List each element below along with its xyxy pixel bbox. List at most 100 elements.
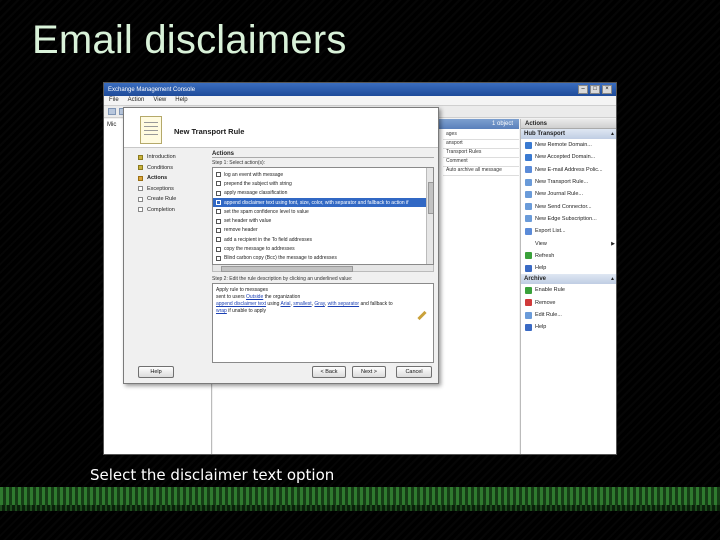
action-item[interactable]: New Send Connector... (521, 200, 616, 212)
action-item[interactable]: Help (521, 321, 616, 333)
back-button[interactable]: < Back (312, 366, 346, 378)
next-button[interactable]: Next > (352, 366, 386, 378)
wizard-step: Actions (138, 173, 210, 184)
hub-transport-section[interactable]: Hub Transport ▲ (521, 129, 616, 139)
action-checkbox-item[interactable]: remove header (213, 226, 433, 235)
minimize-icon[interactable]: – (578, 85, 588, 94)
action-checkbox-item[interactable]: add a recipient in the To field addresse… (213, 235, 433, 244)
menu-help[interactable]: Help (175, 97, 187, 104)
step-status-icon (138, 154, 143, 160)
action-item[interactable]: Export List... (521, 225, 616, 237)
step-label: Introduction (147, 154, 176, 161)
action-label: Remove (535, 299, 556, 306)
checkbox[interactable] (216, 218, 221, 224)
rule-document-icon (140, 116, 162, 144)
action-item[interactable]: Remove (521, 297, 616, 309)
new-transport-rule-wizard: New Transport Rule Introduction Condition… (123, 107, 439, 384)
step-status-icon (138, 175, 143, 181)
fallback-link[interactable]: wrap (216, 308, 227, 314)
action-label: Enable Rule (535, 287, 565, 294)
checkbox[interactable] (216, 181, 221, 187)
wizard-step: Completion (138, 205, 210, 216)
action-label: New Transport Rule... (535, 179, 589, 186)
wizard-step: Create Rule (138, 194, 210, 205)
action-option-label: add a recipient in the To field addresse… (224, 236, 313, 243)
action-checkbox-item[interactable]: append disclaimer text using font, size,… (213, 197, 433, 208)
maximize-icon[interactable]: □ (590, 85, 600, 94)
color-link[interactable]: Gray (314, 301, 324, 307)
action-item[interactable]: Help (521, 262, 616, 274)
action-item[interactable]: Edit Rule... (521, 309, 616, 321)
collapse-icon[interactable]: ▲ (610, 129, 615, 139)
action-option-label: append disclaimer text using font, size,… (224, 199, 409, 206)
checkbox[interactable] (216, 237, 221, 243)
action-checkbox-item[interactable]: Blind carbon copy (Bcc) the message to a… (213, 254, 433, 263)
step-label: Conditions (147, 164, 173, 171)
checkbox[interactable] (216, 255, 221, 261)
disclaimer-text-link[interactable]: append disclaimer text (216, 301, 266, 307)
help-button[interactable]: Help (138, 366, 174, 378)
archive-section[interactable]: Archive ▲ (521, 274, 616, 285)
tab-pages[interactable]: ages (443, 131, 519, 140)
action-item[interactable]: New Edge Subscription... (521, 213, 616, 225)
close-icon[interactable]: × (602, 85, 612, 94)
menu-action[interactable]: Action (128, 97, 145, 104)
menu-view[interactable]: View (153, 97, 166, 104)
action-item[interactable]: Enable Rule (521, 284, 616, 296)
desc-text: the organization (263, 294, 301, 300)
step1-label: Step 1: Select action(s): (212, 160, 266, 166)
desc-text: if unable to apply (226, 308, 267, 314)
action-item[interactable]: View ▶ (521, 237, 616, 249)
action-checkbox-item[interactable]: copy the message to addresses (213, 244, 433, 253)
separator-link[interactable]: with separator (328, 301, 359, 307)
scope-link[interactable]: Outside (246, 294, 263, 300)
action-checkbox-item[interactable]: set header with value (213, 216, 433, 225)
cancel-button[interactable]: Cancel (396, 366, 432, 378)
horizontal-scrollbar[interactable] (212, 265, 434, 272)
action-item[interactable]: Refresh (521, 250, 616, 262)
checkbox[interactable] (216, 227, 221, 233)
column-comment: Comment (443, 158, 519, 167)
action-checkbox-item[interactable]: apply message classification (213, 189, 433, 198)
wizard-step: Introduction (138, 152, 210, 163)
action-item[interactable]: New Journal Rule... (521, 188, 616, 200)
wizard-step: Exceptions (138, 184, 210, 195)
action-option-label: remove header (224, 227, 258, 234)
back-icon[interactable] (108, 108, 116, 115)
action-item[interactable]: New Remote Domain... (521, 139, 616, 151)
checkbox[interactable] (216, 209, 221, 215)
actions-pane-title: Actions (521, 119, 616, 129)
action-option-label: set the spam confidence level to value (224, 208, 309, 215)
result-tabs: ages ansport Transport Rules Comment Aut… (443, 131, 519, 176)
collapse-icon[interactable]: ▲ (610, 274, 615, 284)
step-label: Create Rule (147, 196, 177, 203)
size-link[interactable]: smallest (293, 301, 311, 307)
action-checkbox-item[interactable]: set the spam confidence level to value (213, 207, 433, 216)
action-item[interactable]: New Transport Rule... (521, 176, 616, 188)
action-label: Help (535, 265, 547, 272)
checkbox[interactable] (216, 200, 221, 206)
action-label: New Remote Domain... (535, 142, 592, 149)
action-checkbox-item[interactable]: log an event with message (213, 170, 433, 179)
checkbox[interactable] (216, 246, 221, 252)
domain-icon (525, 153, 532, 161)
desc-line-3: append disclaimer text using Arial, smal… (216, 301, 430, 308)
footer-stripe (0, 487, 720, 505)
action-item[interactable]: New Accepted Domain... (521, 151, 616, 163)
font-link[interactable]: Arial (281, 301, 291, 307)
action-option-label: set header with value (224, 218, 272, 225)
menu-file[interactable]: File (109, 97, 119, 104)
row-comment[interactable]: Auto archive all message (443, 167, 519, 176)
action-checkbox-item[interactable]: prepend the subject with string (213, 179, 433, 188)
mail-icon (525, 166, 532, 174)
action-option-label: prepend the subject with string (224, 180, 292, 187)
checkbox[interactable] (216, 190, 221, 196)
vertical-scrollbar[interactable] (426, 168, 433, 264)
tab-transport-rules[interactable]: Transport Rules (443, 149, 519, 158)
checkbox[interactable] (216, 172, 221, 178)
enable-icon (525, 286, 532, 294)
action-item[interactable]: New E-mail Address Polic... (521, 164, 616, 176)
tab-transport[interactable]: ansport (443, 140, 519, 149)
actions-checklist: log an event with message prepend the sub… (212, 167, 434, 265)
action-label: View (535, 240, 547, 247)
